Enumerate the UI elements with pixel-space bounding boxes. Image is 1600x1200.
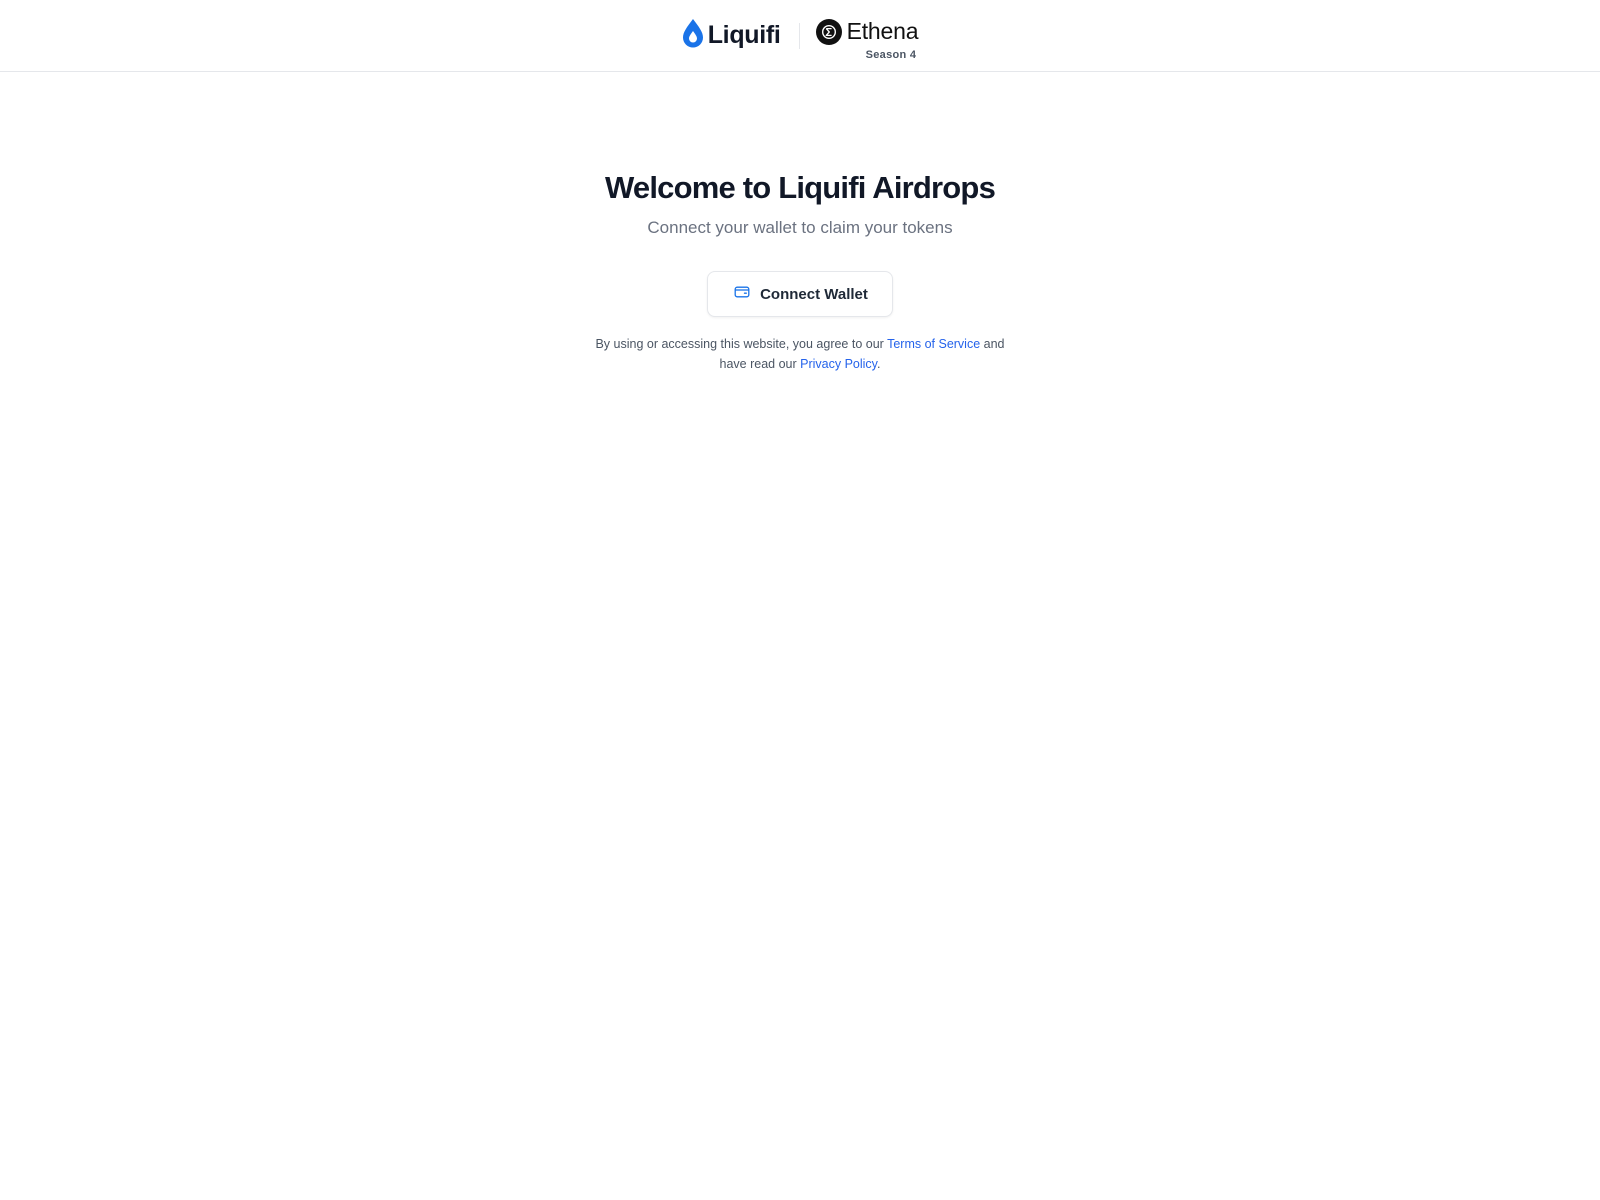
legal-suffix: .: [877, 357, 881, 371]
legal-middle: and: [983, 337, 1005, 351]
wallet-icon: [734, 285, 750, 303]
liquifi-wordmark: Liquifi: [707, 21, 781, 49]
brand-row: Liquifi Ethena Season 4: [682, 0, 919, 72]
privacy-policy-link[interactable]: Privacy Policy: [800, 357, 877, 371]
top-header: Liquifi Ethena Season 4: [0, 0, 1600, 72]
page-subtitle: Connect your wallet to claim your tokens: [647, 218, 953, 237]
ethena-brand: Ethena Season 4: [815, 14, 919, 61]
liquifi-logo-link[interactable]: Liquifi: [682, 18, 781, 53]
ethena-wordmark: Ethena: [846, 17, 919, 44]
connect-wallet-button[interactable]: Connect Wallet: [707, 271, 893, 317]
ethena-sigma-icon: [815, 18, 842, 45]
page-title: Welcome to Liquifi Airdrops: [604, 170, 996, 205]
connect-wallet-label: Connect Wallet: [760, 285, 868, 303]
main-content: Welcome to Liquifi Airdrops Connect your…: [0, 72, 1600, 374]
season-label: Season 4: [865, 48, 917, 61]
droplet-icon: [682, 18, 704, 53]
legal-prefix: By using or accessing this website, you …: [595, 337, 884, 351]
legal-notice: By using or accessing this website, you …: [0, 334, 1600, 374]
brand-divider: [798, 22, 800, 49]
legal-line2-prefix: have read our: [719, 357, 797, 371]
terms-of-service-link[interactable]: Terms of Service: [887, 337, 980, 351]
